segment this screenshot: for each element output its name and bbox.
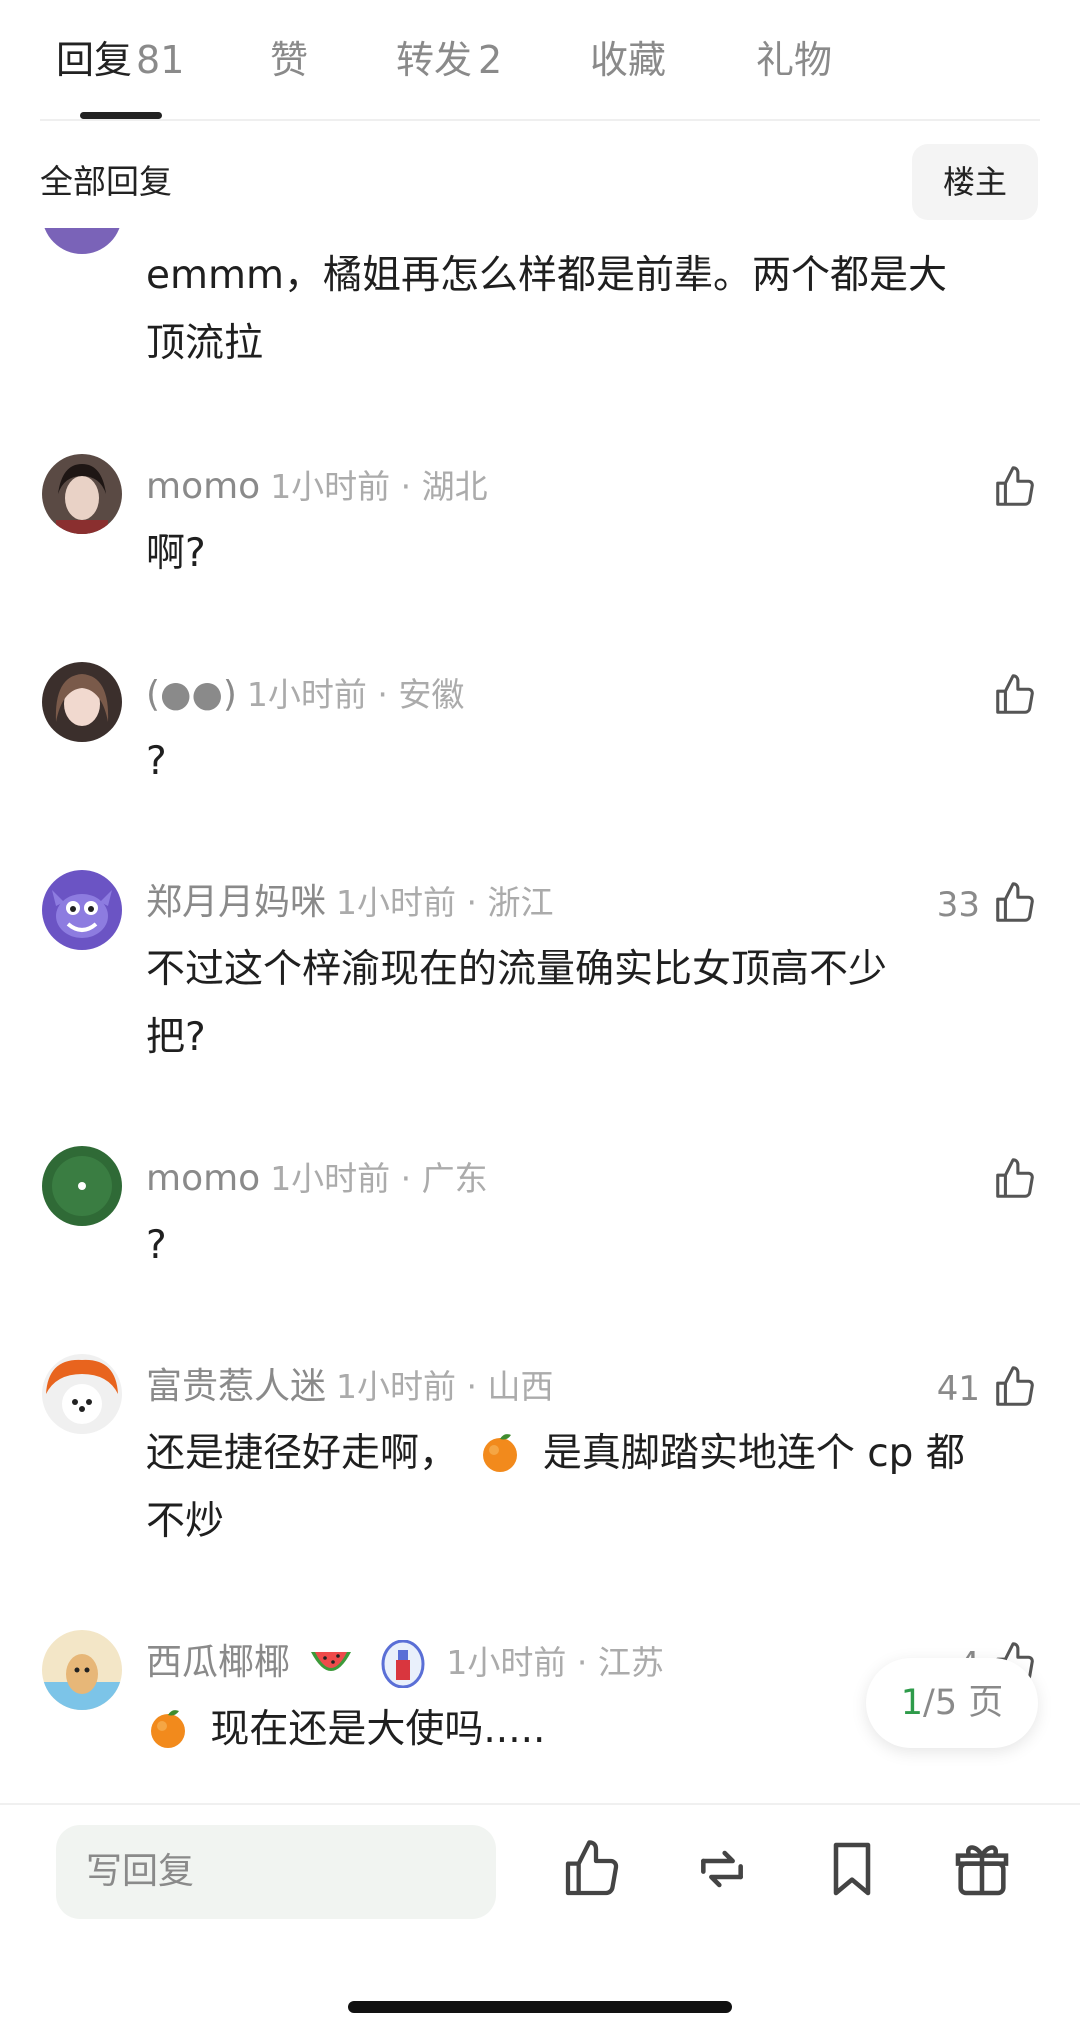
- avatar[interactable]: [42, 1146, 122, 1226]
- comment-meta: 富贵惹人迷 1小时前 · 山西: [146, 1362, 553, 1412]
- tab-favorites[interactable]: 收藏: [590, 34, 666, 86]
- comment-line: 不炒: [146, 1499, 225, 1544]
- avatar[interactable]: [42, 228, 122, 254]
- thumbs-up-icon[interactable]: [992, 464, 1038, 510]
- comment-fragment: 还是捷径好走啊，: [146, 1431, 459, 1476]
- like-count: 33: [936, 885, 980, 925]
- tab-gifts-label: 礼物: [756, 38, 833, 82]
- tab-reposts-count: 2: [478, 38, 503, 82]
- op-only-button[interactable]: 楼主: [912, 144, 1038, 220]
- page-indicator[interactable]: 1/5 页: [866, 1658, 1038, 1748]
- tab-reposts[interactable]: 转发 2: [396, 34, 502, 86]
- avatar[interactable]: [42, 454, 122, 534]
- reply-list[interactable]: emmm，橘姐再怎么样都是前辈。两个都是大 顶流拉 momo 1小时前 · 湖北 …: [0, 228, 1080, 1803]
- reply-input[interactable]: 写回复: [56, 1825, 496, 1919]
- thumbs-up-icon[interactable]: [992, 880, 1038, 926]
- comment-line: 还是捷径好走啊， 是真脚踏实地连个 cp 都: [146, 1420, 1036, 1488]
- tab-likes[interactable]: 赞: [270, 34, 308, 86]
- watermelon-emoji-icon: [311, 1652, 352, 1671]
- comment-text: 不过这个梓渝现在的流量确实比女顶高不少 把?: [146, 936, 1036, 1072]
- tangerine-emoji-icon: [151, 1710, 185, 1748]
- current-page: 1: [900, 1683, 924, 1723]
- avatar[interactable]: [42, 662, 122, 742]
- thumbs-up-icon[interactable]: [992, 1156, 1038, 1202]
- comment-fragment: 现在还是大使吗.....: [210, 1707, 546, 1752]
- comment-text: emmm，橘姐再怎么样都是前辈。两个都是大 顶流拉: [146, 242, 1046, 378]
- comment-line: 不过这个梓渝现在的流量确实比女顶高不少: [146, 947, 888, 992]
- comment-meta: 西瓜椰椰 1小时前 · 江苏: [146, 1638, 664, 1688]
- bookmark-icon[interactable]: [820, 1837, 884, 1901]
- username[interactable]: 西瓜椰椰: [146, 1642, 290, 1683]
- username[interactable]: 郑月月妈咪: [146, 882, 326, 923]
- tab-replies[interactable]: 回复 81: [56, 34, 184, 86]
- tab-favorites-label: 收藏: [590, 38, 667, 82]
- like-count: 41: [936, 1369, 980, 1409]
- tangerine-emoji-icon: [483, 1434, 518, 1472]
- comment-text: ?: [146, 1223, 167, 1268]
- tab-likes-label: 赞: [270, 38, 309, 82]
- tab-replies-count: 81: [136, 38, 185, 82]
- comment-line: 顶流拉: [146, 321, 264, 366]
- comment-text: ?: [146, 739, 167, 784]
- total-pages: /5 页: [923, 1683, 1004, 1723]
- comment-line: emmm，橘姐再怎么样都是前辈。两个都是大: [146, 253, 947, 298]
- avatar[interactable]: [42, 1630, 122, 1710]
- username[interactable]: 富贵惹人迷: [146, 1366, 326, 1407]
- thumbs-up-icon[interactable]: [560, 1837, 624, 1901]
- tab-gifts[interactable]: 礼物: [756, 34, 832, 86]
- avatar[interactable]: [42, 1354, 122, 1434]
- comment-meta: momo 1小时前 · 湖北: [146, 462, 488, 512]
- timestamp-location: 1小时前 · 湖北: [270, 467, 488, 506]
- timestamp-location: 1小时前 · 浙江: [336, 883, 554, 922]
- comment-line: 把?: [146, 1015, 206, 1060]
- thumbs-up-icon[interactable]: [992, 672, 1038, 718]
- timestamp-location: 1小时前 · 安徽: [246, 675, 465, 714]
- gift-icon[interactable]: [950, 1837, 1014, 1901]
- username[interactable]: (●●): [146, 674, 237, 715]
- avatar[interactable]: [42, 870, 122, 950]
- comment-meta: 郑月月妈咪 1小时前 · 浙江: [146, 878, 553, 928]
- comment-meta: momo 1小时前 · 广东: [146, 1154, 488, 1204]
- comment-text: 还是捷径好走啊， 是真脚踏实地连个 cp 都 不炒: [146, 1420, 1036, 1556]
- thumbs-up-icon[interactable]: [992, 1364, 1038, 1410]
- lighthouse-badge-icon: [381, 1640, 425, 1688]
- timestamp-location: 1小时前 · 广东: [270, 1159, 488, 1198]
- tab-bar: 回复 81 赞 转发 2 收藏 礼物: [0, 0, 1080, 121]
- bottom-action-bar: 写回复: [0, 1803, 1080, 2036]
- comment-text: 啊?: [146, 531, 206, 576]
- all-replies-label: 全部回复: [40, 162, 172, 201]
- tab-replies-label: 回复: [56, 38, 133, 82]
- active-tab-indicator: [80, 112, 162, 119]
- repost-icon[interactable]: [690, 1837, 754, 1901]
- tabs-divider: [40, 119, 1040, 121]
- timestamp-location: 1小时前 · 山西: [336, 1367, 554, 1406]
- home-indicator: [348, 2001, 732, 2013]
- username[interactable]: momo: [146, 1158, 260, 1199]
- comment-fragment: 是真脚踏实地连个 cp 都: [542, 1431, 965, 1476]
- timestamp-location: 1小时前 · 江苏: [446, 1643, 664, 1682]
- comment-meta: (●●) 1小时前 · 安徽: [146, 670, 464, 720]
- username[interactable]: momo: [146, 466, 260, 507]
- tab-reposts-label: 转发: [396, 38, 473, 82]
